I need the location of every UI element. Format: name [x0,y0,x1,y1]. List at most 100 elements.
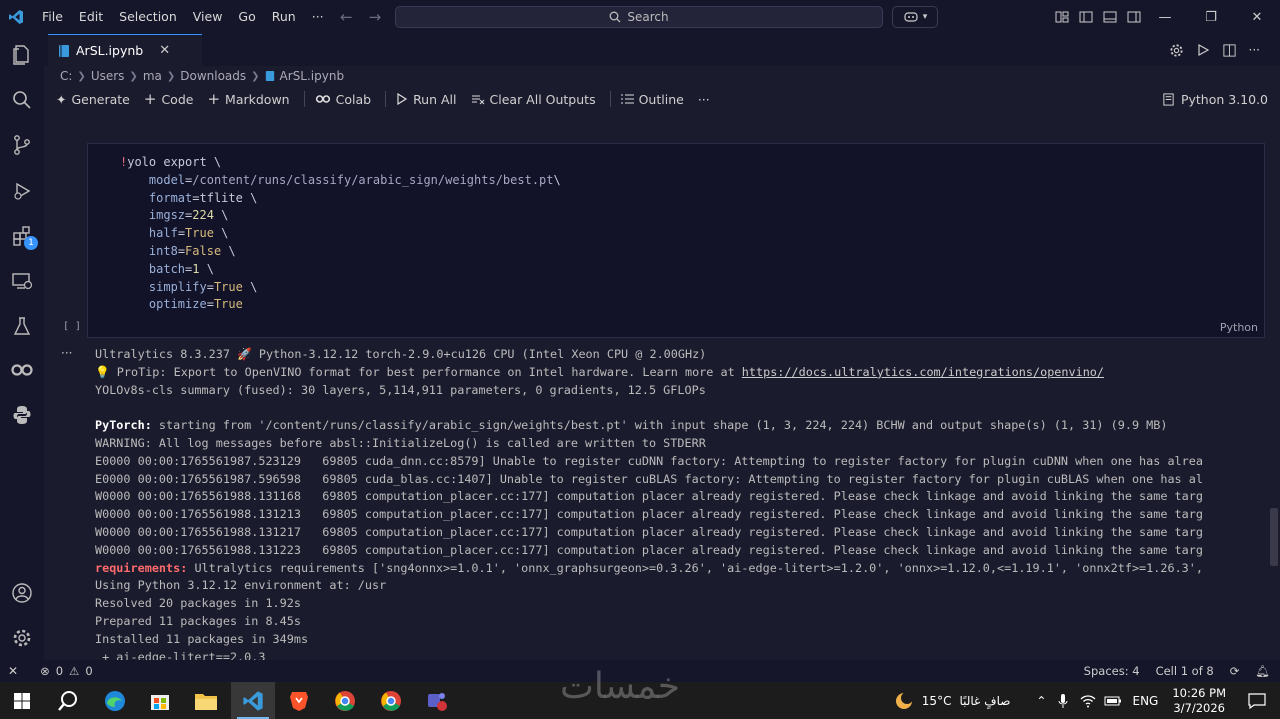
vscode-taskbar-icon[interactable] [231,682,275,719]
wifi-icon[interactable] [1080,694,1096,708]
cell-position-status[interactable]: Cell 1 of 8 [1156,664,1214,678]
back-arrow-icon[interactable]: ← [340,8,353,26]
output-line: PyTorch: starting from '/content/runs/cl… [95,418,1168,433]
settings-gear-icon[interactable] [10,626,34,650]
chevron-right-icon: ❯ [251,70,260,82]
run-all-button[interactable]: Run All [396,92,457,107]
microphone-icon[interactable] [1058,693,1068,709]
code-editor[interactable]: !yolo export \ model=/content/runs/class… [120,154,561,314]
notification-center-icon[interactable] [1248,692,1266,709]
execution-count[interactable]: [ ] [63,321,81,332]
arg-value: 1 [192,261,200,276]
breadcrumb-drive[interactable]: C: [60,69,72,83]
sync-icon[interactable]: ⟳ [1230,664,1240,678]
kernel-picker[interactable]: Python 3.10.0 [1162,87,1268,111]
chevron-up-icon[interactable]: ⌃ [1036,694,1046,708]
tab-arsl-notebook[interactable]: ArSL.ipynb ✕ [48,34,202,66]
output-line: 💡 ProTip: Export to OpenVINO format for … [95,364,1105,379]
restore-icon[interactable]: ❐ [1188,0,1234,34]
clear-outputs-label: Clear All Outputs [489,91,596,107]
input-language[interactable]: ENG [1132,694,1158,708]
breadcrumb-file[interactable]: ArSL.ipynb [280,69,345,83]
teams-app-icon[interactable] [415,682,459,719]
line-continuation: \ [242,279,258,294]
chrome-browser-icon[interactable] [323,682,367,719]
customize-layout-icon[interactable] [1054,9,1070,25]
search-sidebar-icon[interactable] [10,88,34,112]
extensions-icon[interactable]: 1 [10,224,38,250]
microsoft-store-icon[interactable] [138,682,182,719]
weather-moon-icon[interactable] [894,691,916,711]
clear-outputs-button[interactable]: Clear All Outputs [471,92,596,107]
menu-more[interactable]: ··· [304,0,332,34]
menu-run[interactable]: Run [264,0,304,34]
gear-icon[interactable] [1169,43,1184,58]
chrome-profile-icon[interactable] [369,682,413,719]
openvino-docs-link[interactable]: https://docs.ultralytics.com/integration… [742,365,1104,379]
account-icon[interactable] [10,581,34,605]
menu-file[interactable]: File [34,0,71,34]
remote-explorer-icon[interactable] [10,269,34,293]
indentation-status[interactable]: Spaces: 4 [1084,664,1140,678]
toolbar-more-button[interactable]: ··· [698,92,710,107]
search-icon [609,11,621,23]
source-control-icon[interactable] [10,133,34,157]
testing-icon[interactable] [10,314,34,338]
copilot-button[interactable]: ▾ [892,6,938,28]
toggle-panel-icon[interactable] [1102,9,1118,25]
menu-selection[interactable]: Selection [111,0,185,34]
explorer-icon[interactable] [10,42,34,66]
forward-arrow-icon[interactable]: → [369,8,382,26]
menu-view[interactable]: View [185,0,231,34]
split-editor-icon[interactable] [1222,43,1237,58]
remote-indicator-icon[interactable]: ✕ [8,664,18,678]
minimize-icon[interactable]: — [1142,0,1188,34]
add-code-cell-button[interactable]: + Code [144,90,194,108]
colab-button[interactable]: Colab [315,92,371,107]
output-scrollbar[interactable] [1270,508,1278,566]
close-tab-icon[interactable]: ✕ [159,43,170,58]
weather-desc[interactable]: صافٍ غالبًا [959,694,1010,708]
command-search-box[interactable]: Search [395,6,883,28]
outline-button[interactable]: Outline [620,92,684,107]
brave-browser-icon[interactable] [277,682,321,719]
run-all-icon [397,93,408,105]
arg-value: True [213,297,243,312]
run-play-icon[interactable] [1196,43,1210,57]
colab-label: Colab [335,91,372,107]
menu-go[interactable]: Go [230,0,263,34]
run-debug-icon[interactable] [10,179,34,203]
output-more-button[interactable]: ··· [61,346,72,360]
breadcrumb-users[interactable]: Users [91,69,125,83]
windows-start-icon[interactable] [0,682,44,719]
arg-value: tflite [199,190,243,205]
menu-edit[interactable]: Edit [71,0,111,34]
toolbar-divider [385,91,387,107]
edge-browser-icon[interactable] [93,682,137,719]
warnings-count[interactable]: 0 [85,664,92,678]
clear-all-icon [471,95,484,105]
python-icon[interactable] [10,403,34,427]
vscode-logo-icon [0,0,32,34]
output-line: Ultralytics 8.3.237 🚀 Python-3.12.12 tor… [95,347,707,361]
toggle-primary-sidebar-icon[interactable] [1078,9,1094,25]
add-markdown-cell-button[interactable]: + Markdown [207,90,289,108]
more-actions-icon[interactable]: ··· [1249,43,1260,57]
toggle-secondary-sidebar-icon[interactable] [1126,9,1142,25]
notifications-bell-icon[interactable]: 🔔︎ [1255,664,1270,678]
arg-value: 224 [192,208,214,223]
generate-button[interactable]: ✦ Generate [56,92,130,107]
errors-count[interactable]: 0 [56,664,63,678]
code-cell[interactable]: !yolo export \ model=/content/runs/class… [87,143,1265,338]
file-explorer-icon[interactable] [184,682,228,719]
weather-temp[interactable]: 15°C [922,694,952,708]
taskbar-clock[interactable]: 10:26 PM 3/7/2026 [1172,686,1226,716]
close-window-icon[interactable]: ✕ [1234,0,1280,34]
breadcrumb-user[interactable]: ma [143,69,162,83]
colab-icon[interactable] [10,358,34,382]
cell-language-label[interactable]: Python [1220,321,1258,334]
battery-icon[interactable] [1104,695,1122,707]
sparkle-icon: ✦ [56,91,67,107]
taskbar-search-icon[interactable] [46,682,90,719]
breadcrumb-downloads[interactable]: Downloads [180,69,246,83]
